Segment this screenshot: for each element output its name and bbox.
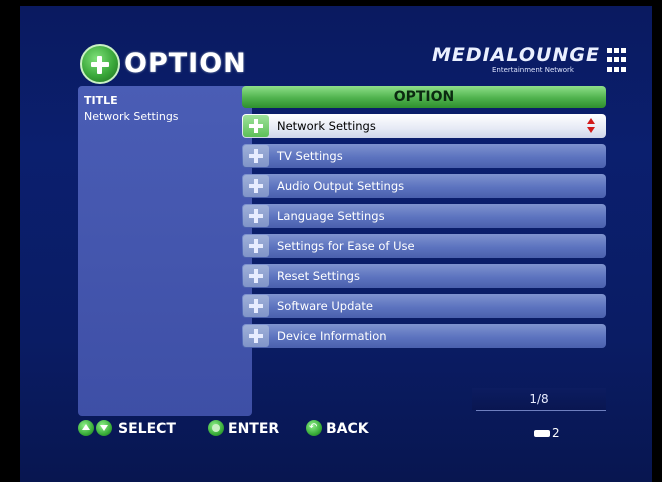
tv-screen: OPTION MEDIALOUNGE Entertainment Network…	[20, 6, 652, 482]
plus-icon	[243, 205, 269, 227]
info-value: Network Settings	[84, 110, 179, 123]
info-panel: TITLE Network Settings	[78, 86, 252, 416]
menu-item-tv-settings[interactable]: TV Settings	[242, 144, 606, 168]
down-button-icon	[96, 420, 112, 436]
input-icon	[534, 430, 550, 437]
back-button-icon: ↶	[306, 420, 322, 436]
menu-item-label: Settings for Ease of Use	[277, 239, 415, 253]
plus-icon	[243, 115, 269, 137]
menu-item-language-settings[interactable]: Language Settings	[242, 204, 606, 228]
menu-item-label: TV Settings	[277, 149, 343, 163]
menu-item-ease-of-use[interactable]: Settings for Ease of Use	[242, 234, 606, 258]
up-button-icon	[78, 420, 94, 436]
menu-item-software-update[interactable]: Software Update	[242, 294, 606, 318]
back-hint: BACK	[326, 421, 369, 437]
up-down-arrows-icon	[586, 118, 596, 134]
menu-item-label: Language Settings	[277, 209, 385, 223]
menu-item-label: Network Settings	[277, 119, 376, 133]
plus-icon	[243, 235, 269, 257]
option-panel-title: OPTION	[242, 86, 606, 108]
plus-icon	[243, 145, 269, 167]
page-indicator: 1/8	[472, 388, 606, 410]
menu-item-label: Device Information	[277, 329, 387, 343]
menu-item-reset-settings[interactable]: Reset Settings	[242, 264, 606, 288]
select-hint: SELECT	[118, 421, 176, 437]
input-number: 2	[552, 426, 560, 440]
menu-item-audio-output-settings[interactable]: Audio Output Settings	[242, 174, 606, 198]
menu-item-network-settings[interactable]: Network Settings	[242, 114, 606, 138]
option-menu: Network Settings TV Settings Audio Outpu…	[242, 114, 606, 354]
plus-icon	[80, 44, 120, 84]
enter-hint: ENTER	[228, 421, 280, 437]
info-heading: TITLE	[84, 94, 118, 107]
brand-logo: MEDIALOUNGE Entertainment Network	[432, 44, 632, 84]
brand-name: MEDIALOUNGE	[432, 44, 600, 66]
enter-button-icon	[208, 420, 224, 436]
page-title: OPTION	[124, 48, 247, 79]
divider	[476, 410, 606, 411]
menu-item-label: Audio Output Settings	[277, 179, 405, 193]
plus-icon	[243, 295, 269, 317]
brand-subtitle: Entertainment Network	[492, 66, 574, 74]
brand-grid-icon	[607, 48, 627, 74]
plus-icon	[243, 265, 269, 287]
plus-icon	[243, 325, 269, 347]
menu-item-label: Software Update	[277, 299, 373, 313]
menu-item-label: Reset Settings	[277, 269, 360, 283]
menu-item-device-information[interactable]: Device Information	[242, 324, 606, 348]
plus-icon	[243, 175, 269, 197]
